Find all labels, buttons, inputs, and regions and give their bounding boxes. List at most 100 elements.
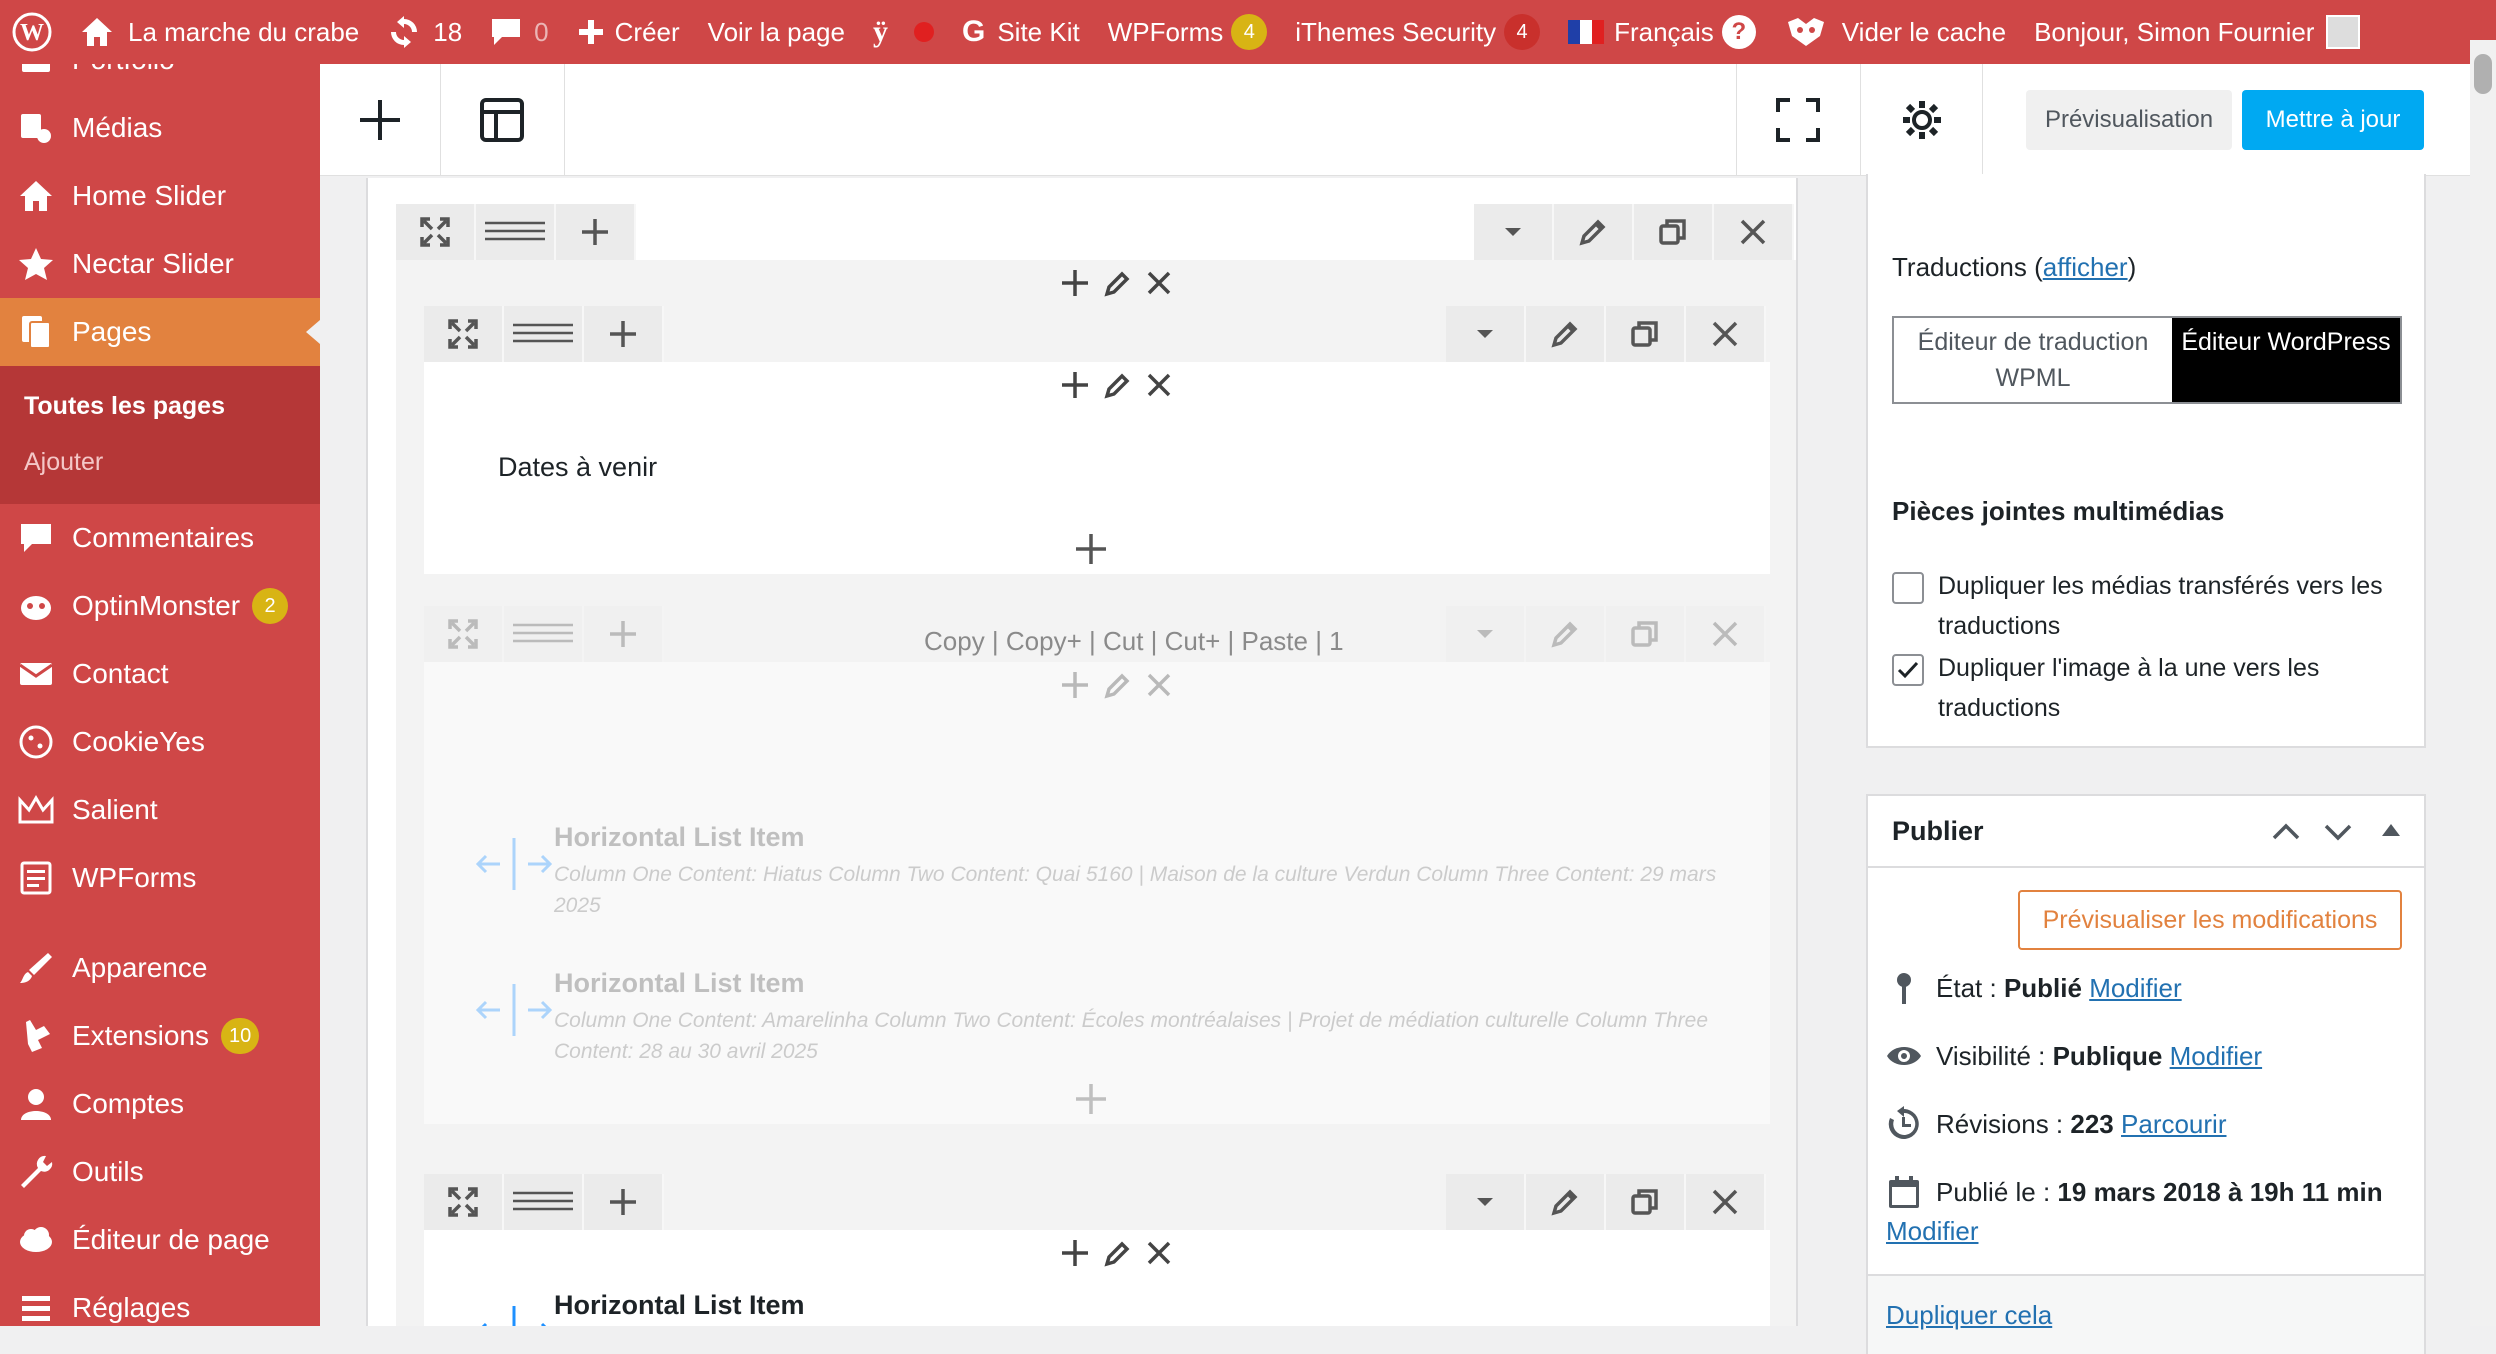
sidebar-item-page-editor[interactable]: Éditeur de page bbox=[0, 1206, 320, 1274]
add-element-icon[interactable] bbox=[1074, 532, 1108, 566]
expand-icon[interactable] bbox=[396, 204, 476, 260]
close-icon[interactable] bbox=[1146, 672, 1172, 698]
sidebar-item-contact[interactable]: Contact bbox=[0, 640, 320, 708]
delete-x-icon[interactable] bbox=[1714, 204, 1794, 260]
language-switcher[interactable]: Français ? bbox=[1554, 0, 1770, 64]
duplicate-icon[interactable] bbox=[1606, 1174, 1686, 1230]
chevron-down-icon[interactable] bbox=[1474, 204, 1554, 260]
edit-pencil-icon[interactable] bbox=[1526, 1174, 1606, 1230]
account-menu[interactable]: Bonjour, Simon Fournier bbox=[2020, 0, 2374, 64]
close-icon[interactable] bbox=[1146, 270, 1172, 296]
sidebar-item-accounts[interactable]: Comptes bbox=[0, 1070, 320, 1138]
sidebar-item-appearance[interactable]: Apparence bbox=[0, 934, 320, 1002]
edit-pencil-icon[interactable] bbox=[1526, 606, 1606, 662]
sidebar-item-optinmonster[interactable]: OptinMonster 2 bbox=[0, 572, 320, 640]
plus-icon[interactable] bbox=[1060, 268, 1090, 298]
drag-handle-icon[interactable] bbox=[504, 1174, 584, 1230]
browse-revisions-link[interactable]: Parcourir bbox=[2121, 1109, 2226, 1140]
chevron-up-icon[interactable] bbox=[2270, 818, 2302, 846]
add-column-icon[interactable] bbox=[584, 1174, 664, 1230]
plus-icon[interactable] bbox=[1060, 670, 1090, 700]
show-translations-link[interactable]: afficher bbox=[2043, 252, 2128, 282]
pencil-icon[interactable] bbox=[1104, 671, 1132, 699]
sidebar-item-cookieyes[interactable]: CookieYes bbox=[0, 708, 320, 776]
sidebar-item-salient[interactable]: Salient bbox=[0, 776, 320, 844]
duplicate-icon[interactable] bbox=[1606, 606, 1686, 662]
add-element-icon[interactable] bbox=[1074, 1082, 1108, 1116]
sidebar-item-home-slider[interactable]: Home Slider bbox=[0, 162, 320, 230]
chevron-down-icon[interactable] bbox=[1446, 1174, 1526, 1230]
page-scrollbar[interactable] bbox=[2470, 40, 2496, 1326]
submenu-add-page[interactable]: Ajouter bbox=[0, 434, 320, 490]
collapse-triangle-icon[interactable] bbox=[2380, 820, 2402, 840]
text-block[interactable]: Dates à venir bbox=[498, 452, 657, 483]
scrollbar-thumb[interactable] bbox=[2474, 54, 2492, 94]
expand-icon[interactable] bbox=[424, 306, 504, 362]
add-column-icon[interactable] bbox=[584, 606, 664, 662]
duplicate-featured-image-option[interactable]: Dupliquer l'image à la une vers les trad… bbox=[1892, 650, 2412, 728]
expand-icon[interactable] bbox=[424, 1174, 504, 1230]
pencil-icon[interactable] bbox=[1104, 269, 1132, 297]
add-column-icon[interactable] bbox=[556, 204, 636, 260]
new-content-link[interactable]: Créer bbox=[563, 0, 694, 64]
chevron-down-icon[interactable] bbox=[1446, 606, 1526, 662]
sitekit-link[interactable]: G Site Kit bbox=[948, 0, 1094, 64]
yoast-menu[interactable]: ÿ bbox=[859, 0, 948, 64]
submenu-all-pages[interactable]: Toutes les pages bbox=[0, 378, 320, 434]
ithemes-link[interactable]: iThemes Security 4 bbox=[1281, 0, 1554, 64]
duplicate-featured-image-checkbox[interactable] bbox=[1892, 654, 1924, 686]
preview-button[interactable]: Prévisualisation bbox=[2026, 90, 2232, 150]
duplicate-media-checkbox[interactable] bbox=[1892, 572, 1924, 604]
edit-pencil-icon[interactable] bbox=[1526, 306, 1606, 362]
drag-handle-icon[interactable] bbox=[476, 204, 556, 260]
wordpress-editor-option[interactable]: Éditeur WordPress bbox=[2172, 318, 2400, 402]
drag-handle-icon[interactable] bbox=[504, 606, 584, 662]
close-icon[interactable] bbox=[1146, 1240, 1172, 1266]
clear-cache-link[interactable]: Vider le cache bbox=[1770, 0, 2020, 64]
sidebar-item-extensions[interactable]: Extensions 10 bbox=[0, 1002, 320, 1070]
site-name-link[interactable]: La marche du crabe bbox=[66, 0, 373, 64]
preview-changes-button[interactable]: Prévisualiser les modifications bbox=[2018, 890, 2402, 950]
pencil-icon[interactable] bbox=[1104, 1239, 1132, 1267]
sidebar-item-settings[interactable]: Réglages bbox=[0, 1274, 320, 1326]
sidebar-item-pages[interactable]: Pages bbox=[0, 298, 320, 366]
list-item[interactable]: Horizontal List Item Column One Content: … bbox=[474, 968, 1734, 1067]
expand-icon[interactable] bbox=[424, 606, 504, 662]
updates-link[interactable]: 18 bbox=[373, 0, 476, 64]
list-item[interactable]: Horizontal List Item Column One Content: … bbox=[474, 822, 1734, 921]
close-icon[interactable] bbox=[1146, 372, 1172, 398]
edit-pencil-icon[interactable] bbox=[1554, 204, 1634, 260]
clipboard-actions[interactable]: Copy | Copy+ | Cut | Cut+ | Paste | 1 bbox=[924, 626, 1344, 657]
update-button[interactable]: Mettre à jour bbox=[2242, 90, 2424, 150]
pencil-icon[interactable] bbox=[1104, 371, 1132, 399]
duplicate-icon[interactable] bbox=[1606, 306, 1686, 362]
view-page-link[interactable]: Voir la page bbox=[694, 0, 859, 64]
wpforms-link[interactable]: WPForms 4 bbox=[1094, 0, 1282, 64]
list-item[interactable]: Horizontal List Item bbox=[474, 1290, 1734, 1326]
comments-link[interactable]: 0 bbox=[476, 0, 562, 64]
settings-button[interactable] bbox=[1862, 64, 1982, 176]
duplicate-link[interactable]: Dupliquer cela bbox=[1886, 1300, 2052, 1331]
edit-status-link[interactable]: Modifier bbox=[2089, 973, 2181, 1004]
delete-x-icon[interactable] bbox=[1686, 606, 1766, 662]
edit-visibility-link[interactable]: Modifier bbox=[2170, 1041, 2262, 1072]
sidebar-item-nectar-slider[interactable]: Nectar Slider bbox=[0, 230, 320, 298]
sidebar-item-wpforms[interactable]: WPForms bbox=[0, 844, 320, 912]
wpml-editor-option[interactable]: Éditeur de traduction WPML bbox=[1894, 318, 2172, 402]
delete-x-icon[interactable] bbox=[1686, 1174, 1766, 1230]
add-block-button[interactable] bbox=[320, 64, 440, 176]
add-column-icon[interactable] bbox=[584, 306, 664, 362]
edit-date-link[interactable]: Modifier bbox=[1886, 1216, 1978, 1247]
plus-icon[interactable] bbox=[1060, 1238, 1090, 1268]
duplicate-icon[interactable] bbox=[1634, 204, 1714, 260]
delete-x-icon[interactable] bbox=[1686, 306, 1766, 362]
templates-button[interactable] bbox=[442, 64, 562, 176]
sidebar-item-tools[interactable]: Outils bbox=[0, 1138, 320, 1206]
wordpress-logo-icon[interactable]: W bbox=[0, 0, 66, 64]
fullscreen-button[interactable] bbox=[1738, 64, 1858, 176]
duplicate-media-option[interactable]: Dupliquer les médias transférés vers les… bbox=[1892, 568, 2412, 646]
sidebar-item-media[interactable]: Médias bbox=[0, 94, 320, 162]
chevron-down-icon[interactable] bbox=[2322, 818, 2354, 846]
sidebar-item-comments[interactable]: Commentaires bbox=[0, 504, 320, 572]
plus-icon[interactable] bbox=[1060, 370, 1090, 400]
